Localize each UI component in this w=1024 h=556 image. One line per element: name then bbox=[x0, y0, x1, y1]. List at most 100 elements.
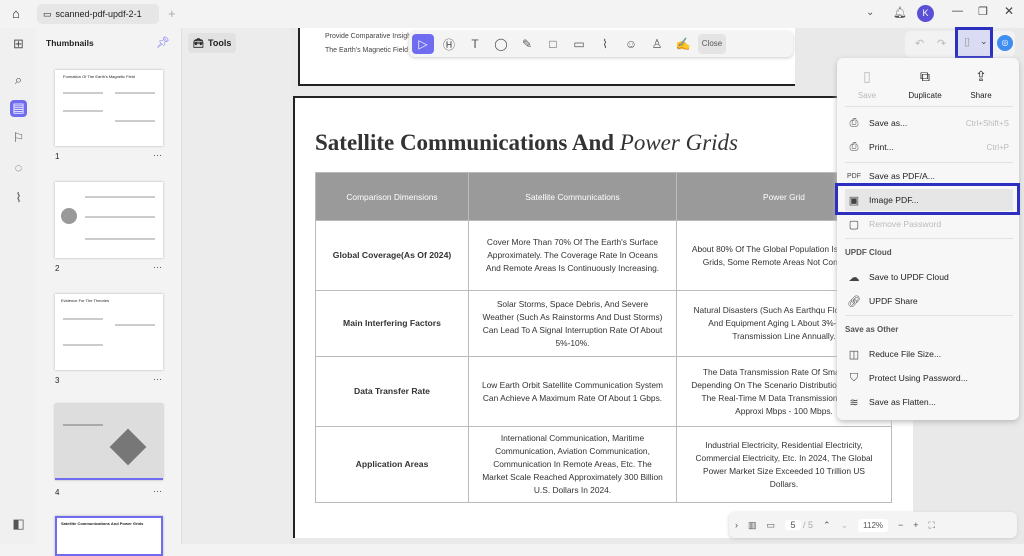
save-label: Save bbox=[857, 91, 877, 100]
new-tab-button[interactable]: + bbox=[168, 6, 176, 21]
menu-item-reduce[interactable]: ◫ Reduce File Size... bbox=[845, 343, 1013, 365]
expand-icon[interactable]: › bbox=[735, 520, 738, 530]
table-cell: International Communication, Maritime Co… bbox=[468, 426, 677, 503]
unlock-icon: ▢ bbox=[848, 218, 860, 231]
pdfa-icon: PDF bbox=[847, 172, 861, 180]
thumbnails-panel: Thumbnails 📌︎ Formation Of The Earth's M… bbox=[36, 28, 182, 556]
menu-item-save-as[interactable]: ⎙ Save as... Ctrl+Shift+S bbox=[845, 112, 1013, 134]
sticker-icon[interactable]: ☺ bbox=[620, 37, 642, 51]
page-text: The Earth's Magnetic Field bbox=[325, 47, 409, 54]
more-icon[interactable]: ··· bbox=[153, 150, 162, 160]
highlight-box bbox=[835, 183, 1020, 215]
thumb-number: 4 bbox=[55, 488, 60, 497]
presentation-icon[interactable]: ▭ bbox=[767, 520, 776, 531]
thumbnail-3[interactable]: Evidence For The Theories bbox=[55, 294, 163, 370]
fit-page-icon[interactable]: ⛶ bbox=[929, 520, 935, 531]
table-cell: Cover More Than 70% Of The Earth's Surfa… bbox=[468, 220, 677, 291]
menu-item-protect[interactable]: ⛉ Protect Using Password... bbox=[845, 367, 1013, 389]
document-tab[interactable]: ▭ scanned-pdf-updf-2-1 bbox=[37, 4, 159, 24]
search-icon[interactable]: ⌕ bbox=[10, 72, 27, 89]
layers-icon[interactable]: ◧ bbox=[10, 516, 27, 533]
next-page-icon[interactable]: ⌄ bbox=[841, 520, 849, 531]
table-row: Global Coverage(As Of 2024) Cover More Th… bbox=[315, 220, 892, 291]
thumb-title: Evidence For The Theories bbox=[61, 298, 110, 303]
section-title: Save as Other bbox=[845, 325, 899, 334]
thumbnail-5[interactable]: Satellite Communications And Power Grids bbox=[55, 516, 163, 556]
save-as-icon: ⎙ bbox=[849, 116, 859, 129]
zoom-level[interactable]: 112% bbox=[858, 518, 889, 532]
stamp-icon[interactable]: ♙ bbox=[646, 37, 668, 51]
close-toolbar-button[interactable]: Close bbox=[698, 34, 726, 54]
tools-button[interactable]: 🧰︎ Tools bbox=[188, 33, 236, 53]
redo-icon[interactable]: ↷ bbox=[937, 37, 946, 50]
ai-assistant-icon[interactable]: ◎ bbox=[997, 35, 1013, 51]
grid-icon[interactable]: ⊞ bbox=[10, 36, 27, 53]
comment-tool-icon[interactable]: ◯ bbox=[490, 37, 512, 51]
page-number-input[interactable]: 5 bbox=[785, 520, 802, 530]
label: Reduce File Size... bbox=[869, 349, 942, 359]
thumb-number: 2 bbox=[55, 264, 60, 273]
reading-mode-icon[interactable]: ▥ bbox=[748, 520, 757, 531]
title-italic: Power Grids bbox=[619, 130, 738, 155]
thumbnail-4[interactable] bbox=[55, 404, 163, 480]
shortcut: Ctrl+P bbox=[986, 142, 1009, 152]
comment-icon: ▭ bbox=[43, 8, 52, 19]
save-button[interactable]: ▯ Save bbox=[837, 68, 897, 100]
label: Save as PDF/A... bbox=[869, 171, 935, 181]
share-button[interactable]: ⇪ Share bbox=[951, 68, 1011, 100]
more-icon[interactable]: ··· bbox=[153, 486, 162, 496]
highlight-tool-icon[interactable]: Ⓗ bbox=[438, 36, 460, 53]
signature-icon[interactable]: ✍ bbox=[672, 37, 694, 51]
thumbnail-2[interactable] bbox=[55, 182, 163, 258]
table-cell: Data Transfer Rate bbox=[315, 356, 469, 427]
home-icon[interactable]: ⌂ bbox=[12, 6, 20, 21]
label: Print... bbox=[869, 142, 894, 152]
more-icon[interactable]: ··· bbox=[153, 262, 162, 272]
zoom-in-icon[interactable]: + bbox=[913, 520, 918, 530]
menu-item-print[interactable]: ⎙ Print... Ctrl+P bbox=[845, 136, 1013, 158]
pin-icon[interactable]: 📌︎ bbox=[156, 36, 170, 49]
prev-page-icon[interactable]: ⌃ bbox=[823, 520, 831, 531]
duplicate-icon: ⧉ bbox=[920, 68, 930, 84]
thumbnail-1[interactable]: Formation Of The Earth's Magnetic Field bbox=[55, 70, 163, 146]
shield-lock-icon: ⛉ bbox=[849, 371, 859, 384]
text-tool-icon[interactable]: T bbox=[464, 37, 486, 51]
menu-item-flatten[interactable]: ≋ Save as Flatten... bbox=[845, 391, 1013, 413]
table-cell: Main Interfering Factors bbox=[315, 290, 469, 357]
bell-icon[interactable]: 🔔︎ bbox=[893, 6, 907, 19]
table-row: Application Areas International Communica… bbox=[315, 426, 892, 503]
chevron-down-icon[interactable]: ⌄ bbox=[866, 7, 874, 18]
bookmark-icon[interactable]: ⚐ bbox=[10, 130, 27, 147]
comment-icon[interactable]: ◌ bbox=[10, 160, 27, 177]
zoom-out-icon[interactable]: − bbox=[898, 520, 903, 530]
tools-label: Tools bbox=[208, 38, 232, 48]
minimize-button[interactable]: — bbox=[952, 5, 963, 17]
page-title: Satellite Communications And Power Grids bbox=[315, 130, 738, 156]
measure-tool-icon[interactable]: ▭ bbox=[568, 37, 590, 51]
page-icon[interactable]: ▤ bbox=[10, 100, 27, 117]
printer-icon: ⎙ bbox=[849, 140, 859, 153]
attach-icon[interactable]: ⌇ bbox=[594, 37, 616, 51]
avatar[interactable]: K bbox=[917, 5, 934, 22]
undo-icon[interactable]: ↶ bbox=[915, 37, 924, 50]
attachment-icon[interactable]: ⌇ bbox=[10, 190, 27, 207]
pencil-icon[interactable]: ✎ bbox=[516, 37, 538, 51]
label: Remove Password bbox=[869, 219, 942, 229]
label: Save to UPDF Cloud bbox=[869, 272, 949, 282]
menu-item-save-cloud[interactable]: ☁ Save to UPDF Cloud bbox=[845, 266, 1013, 288]
menu-item-remove-password[interactable]: ▢ Remove Password bbox=[845, 213, 1013, 235]
chevron-down-icon: ⌄ bbox=[980, 36, 988, 46]
menu-item-updf-share[interactable]: 🔗︎ UPDF Share bbox=[845, 290, 1013, 312]
close-window-button[interactable]: ✕ bbox=[1004, 4, 1014, 18]
select-tool-icon[interactable]: ▷ bbox=[412, 34, 434, 54]
save-dropdown-button[interactable]: ▯ ⌄ bbox=[955, 27, 993, 59]
more-icon[interactable]: ··· bbox=[153, 374, 162, 384]
thumb-title: Formation Of The Earth's Magnetic Field bbox=[63, 74, 135, 79]
table-cell: Industrial Electricity, Residential Elec… bbox=[676, 426, 892, 503]
thumb-title: Satellite Communications And Power Grids bbox=[61, 521, 144, 526]
label: Save as Flatten... bbox=[869, 397, 936, 407]
shape-tool-icon[interactable]: □ bbox=[542, 37, 564, 51]
duplicate-button[interactable]: ⧉ Duplicate bbox=[895, 68, 955, 100]
compress-icon: ◫ bbox=[848, 348, 860, 361]
restore-button[interactable]: ❐ bbox=[978, 5, 988, 18]
